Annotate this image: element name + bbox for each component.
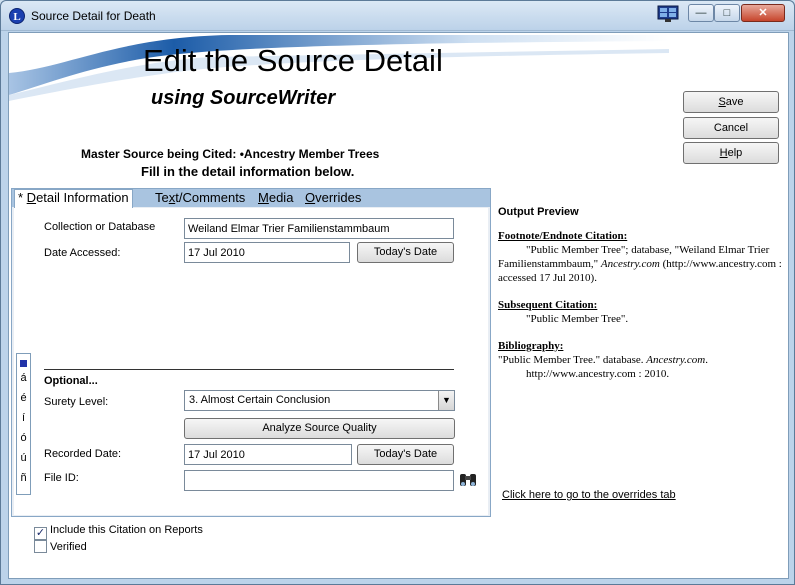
bibliography-title: Bibliography: [498,340,564,352]
special-characters-toolbar: á é í ó ú ñ [16,353,31,495]
bibliography-italic: Ancestry.com [646,354,706,366]
help-label: elp [727,147,743,159]
recorded-date-input[interactable] [184,444,352,465]
surety-level-value: 3. Almost Certain Conclusion [189,394,331,406]
footnote-section: Footnote/Endnote Citation: "Public Membe… [498,229,786,285]
application-window: L Source Detail for Death — □ ✕ Edit the… [0,0,795,585]
character-toolbar-icon [20,360,27,367]
detail-information-body: Collection or Database Date Accessed: To… [14,208,488,515]
help-hotkey: H [719,147,728,159]
file-id-label: File ID: [44,472,79,484]
recorded-date-label: Recorded Date: [44,448,122,460]
subsequent-section: Subsequent Citation: "Public Member Tree… [498,298,786,326]
subsequent-text: "Public Member Tree". [526,313,629,325]
page-subtitle: using SourceWriter [151,87,336,109]
tab-hotkey: D [26,190,37,205]
insert-char-e-acute[interactable]: é [17,392,30,404]
tab-hotkey: O [305,190,316,205]
date-accessed-input[interactable] [184,242,350,263]
date-accessed-label: Date Accessed: [44,247,121,259]
surety-level-select[interactable]: 3. Almost Certain Conclusion ▼ [184,390,455,411]
master-source-label: Master Source being Cited: •Ancestry Mem… [81,147,380,161]
tab-text-comments[interactable]: Text/Comments [152,190,248,205]
minimize-button[interactable]: — [688,4,714,22]
save-label: ave [725,96,744,108]
maximize-button[interactable]: □ [714,4,740,22]
insert-char-n-tilde[interactable]: ñ [17,472,30,484]
tab-detail-information[interactable]: * Detail Information [14,189,133,208]
insert-char-i-acute[interactable]: í [17,412,30,424]
analyze-source-quality-button[interactable]: Analyze Source Quality [184,418,455,439]
tab-marker: * [18,190,27,205]
optional-heading: Optional... [44,375,98,387]
help-button[interactable]: Help [683,142,779,164]
bibliography-text: "Public Member Tree." database. Ancestry… [498,353,786,381]
bibliography-text-part: "Public Member Tree." database. [498,354,647,366]
detail-tab-panel: * Detail Information Text/Comments Media… [11,188,491,517]
insert-char-u-acute[interactable]: ú [17,452,30,464]
verified-label: Verified [50,541,87,553]
tab-label: Te [155,190,169,205]
output-preview: Output Preview Footnote/Endnote Citation… [498,206,786,506]
optional-divider [44,369,454,370]
include-citation-checkmark[interactable]: ✓ [34,527,47,540]
window-title: Source Detail for Death [31,9,156,23]
surety-level-label: Surety Level: [44,396,109,408]
collection-label: Collection or Database [44,221,156,233]
todays-date-button[interactable]: Today's Date [357,242,454,263]
footnote-title: Footnote/Endnote Citation: [498,230,628,242]
instructions-text: Fill in the detail information below. [141,164,355,179]
binoculars-icon[interactable] [458,470,478,490]
recorded-todays-date-button[interactable]: Today's Date [357,444,454,465]
title-bar[interactable]: L Source Detail for Death — □ ✕ [1,1,794,31]
tab-strip: * Detail Information Text/Comments Media… [12,189,490,208]
tab-overrides[interactable]: Overrides [302,190,364,205]
close-button[interactable]: ✕ [741,4,785,22]
verified-checkbox[interactable]: Verified [34,540,87,553]
footnote-italic: Ancestry.com [600,258,660,270]
subsequent-title: Subsequent Citation: [498,299,598,311]
header-banner: Edit the Source Detail using SourceWrite… [9,33,788,183]
insert-char-a-acute[interactable]: á [17,372,30,384]
verified-checkmark[interactable] [34,540,47,553]
tab-label: edia [268,190,294,205]
save-hotkey: S [718,96,726,108]
overrides-tab-link[interactable]: Click here to go to the overrides tab [502,489,676,501]
output-preview-heading: Output Preview [498,206,579,218]
bibliography-section: Bibliography: "Public Member Tree." data… [498,339,786,381]
tab-label: t/Comments [175,190,246,205]
monitor-icon[interactable] [657,5,679,23]
page-title: Edit the Source Detail [143,43,443,78]
tab-hotkey: M [258,190,269,205]
collection-input[interactable] [184,218,454,239]
footnote-text: "Public Member Tree"; database, "Weiland… [498,243,786,285]
tab-label: etail Information [36,190,129,205]
dialog-client-area: Edit the Source Detail using SourceWrite… [8,32,789,579]
cancel-button[interactable]: Cancel [683,117,779,139]
save-button[interactable]: Save [683,91,779,113]
app-logo-icon: L [9,8,25,24]
file-id-input[interactable] [184,470,454,491]
insert-char-o-acute[interactable]: ó [17,432,30,444]
tab-media[interactable]: Media [255,190,296,205]
include-citation-checkbox[interactable]: ✓ Include this Citation on Reports [34,524,203,540]
chevron-down-icon[interactable]: ▼ [438,391,454,410]
tab-label: verrides [315,190,362,205]
include-citation-label: Include this Citation on Reports [50,524,203,536]
